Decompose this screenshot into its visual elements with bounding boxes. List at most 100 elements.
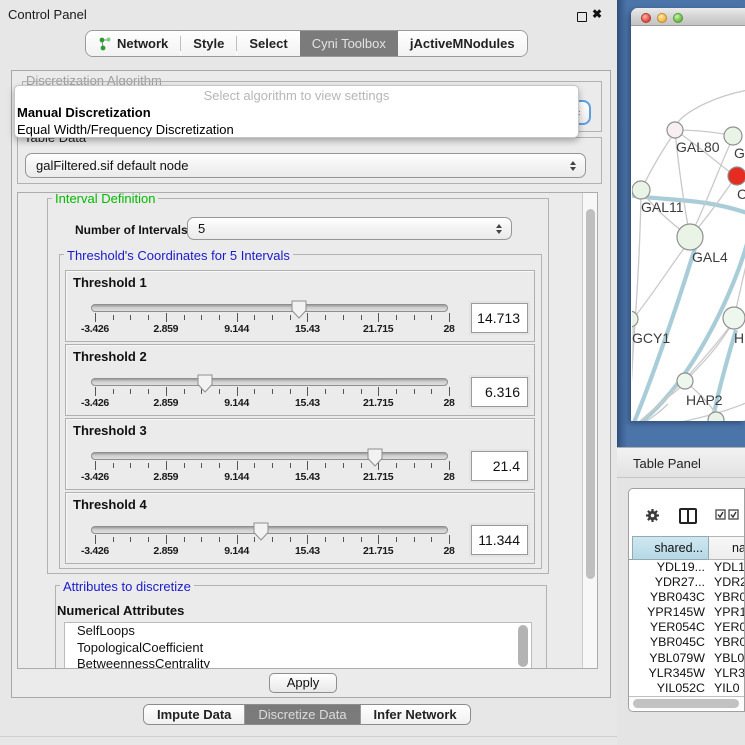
float-window-icon[interactable] <box>577 12 587 22</box>
tick-mark <box>95 387 96 396</box>
tick-mark <box>201 463 202 468</box>
tick-label: 9.144 <box>209 397 265 409</box>
tick-label: 21.715 <box>350 471 406 483</box>
table-hscrollbar-thumb[interactable] <box>633 699 739 708</box>
tab-style[interactable]: Style <box>181 31 236 56</box>
window-bottom-edge <box>0 736 617 737</box>
table-data-combobox[interactable]: galFiltered.sif default node <box>25 153 586 178</box>
tick-mark <box>414 537 415 542</box>
minimize-traffic-light[interactable] <box>657 13 667 23</box>
gear-icon[interactable] <box>645 508 660 523</box>
tick-mark <box>396 537 397 542</box>
threshold-value-field[interactable]: 21.4 <box>471 451 528 481</box>
checkbox-icon <box>728 509 739 520</box>
network-node[interactable] <box>667 122 683 138</box>
tab-cyni-toolbox[interactable]: Cyni Toolbox <box>300 31 398 56</box>
close-icon[interactable]: ✖ <box>592 7 602 21</box>
threshold-value-field[interactable]: 14.713 <box>471 303 528 333</box>
tab-jactivemnodules[interactable]: jActiveMNodules <box>398 31 527 56</box>
tab-network[interactable]: Network <box>86 31 180 56</box>
tick-mark <box>431 389 432 394</box>
interval-group-title: Interval Definition <box>52 192 158 206</box>
tick-mark <box>130 389 131 394</box>
attribute-item[interactable]: SelfLoops <box>65 623 531 640</box>
tick-mark <box>378 313 379 322</box>
tick-mark <box>130 537 131 542</box>
thresholds-group-title: Threshold's Coordinates for 5 Intervals <box>64 248 293 263</box>
attribute-item[interactable]: TopologicalCoefficient <box>65 640 531 657</box>
table-row[interactable]: YIL052CYIL0 <box>629 681 745 696</box>
column-header-name[interactable]: na <box>709 536 745 560</box>
table-row[interactable]: YBR043CYBR0 <box>629 590 745 605</box>
attributes-list-scrollbar[interactable] <box>518 625 528 667</box>
tick-mark <box>184 389 185 394</box>
node-label: H <box>734 330 744 346</box>
table-row[interactable]: YLR345WYLR3 <box>629 666 745 681</box>
tick-mark <box>237 313 238 322</box>
threshold-value-field[interactable]: 6.316 <box>471 377 528 407</box>
tick-mark <box>431 463 432 468</box>
threshold-slider-thumb[interactable] <box>367 448 383 467</box>
columns-icon[interactable] <box>679 508 697 524</box>
dropdown-option-equal-width[interactable]: Equal Width/Frequency Discretization <box>17 122 234 137</box>
tick-mark <box>166 387 167 396</box>
threshold-slider-track[interactable] <box>91 304 448 312</box>
tick-mark <box>343 463 344 468</box>
attribute-item[interactable]: BetweennessCentrality <box>65 656 531 669</box>
zoom-traffic-light[interactable] <box>673 13 683 23</box>
threshold-slider-thumb[interactable] <box>291 300 307 319</box>
network-node[interactable] <box>677 224 703 250</box>
tick-mark <box>237 461 238 470</box>
settings-scrollbar-thumb[interactable] <box>586 209 595 579</box>
threshold-value-field[interactable]: 11.344 <box>471 525 528 555</box>
tick-label: -3.426 <box>67 471 123 483</box>
network-node[interactable] <box>723 307 745 329</box>
node-table: shared... na YDL19...YDL1YDR27...YDR2YBR… <box>628 488 745 712</box>
select-checkboxes-icon[interactable] <box>715 509 739 520</box>
num-intervals-combobox[interactable]: 5 <box>187 217 512 240</box>
tab-label: Style <box>193 36 224 51</box>
tick-label: 28 <box>421 397 477 409</box>
tab-impute-data[interactable]: Impute Data <box>144 705 244 724</box>
threshold-slider-track[interactable] <box>91 378 448 386</box>
tab-discretize-data[interactable]: Discretize Data <box>244 705 359 724</box>
cell-name: YPR1 <box>714 605 745 619</box>
tick-mark <box>184 463 185 468</box>
dropdown-option-manual[interactable]: Manual Discretization <box>17 105 151 120</box>
table-row[interactable]: YDL19...YDL1 <box>629 560 745 575</box>
tab-select[interactable]: Select <box>237 31 299 56</box>
threshold-slider-track[interactable] <box>91 526 448 534</box>
threshold-slider-thumb[interactable] <box>253 522 269 541</box>
table-hscrollbar-track[interactable] <box>629 696 745 710</box>
tick-mark <box>113 389 114 394</box>
table-row[interactable]: YPR145WYPR1 <box>629 605 745 620</box>
table-row[interactable]: YBL079WYBL0 <box>629 651 745 666</box>
column-header-shared-name[interactable]: shared... <box>632 536 709 560</box>
tick-mark <box>396 389 397 394</box>
cell-shared-name: YDL19... <box>629 560 705 574</box>
settings-scrollbar-track[interactable] <box>582 193 597 668</box>
table-row[interactable]: YBR045CYBR0 <box>629 635 745 650</box>
tick-mark <box>307 313 308 322</box>
tick-label: 2.859 <box>138 471 194 483</box>
network-node[interactable] <box>728 167 745 185</box>
network-node[interactable] <box>708 412 724 421</box>
network-node[interactable] <box>724 127 742 145</box>
tick-mark <box>290 537 291 542</box>
numerical-attributes-list[interactable]: SelfLoopsTopologicalCoefficientBetweenne… <box>64 622 532 669</box>
tick-mark <box>307 535 308 544</box>
table-row[interactable]: YER054CYER0 <box>629 620 745 635</box>
network-edge <box>633 246 686 319</box>
cell-name: YDR2 <box>714 575 745 589</box>
network-node[interactable] <box>677 373 693 389</box>
tick-label: -3.426 <box>67 397 123 409</box>
tab-infer-network[interactable]: Infer Network <box>360 705 470 724</box>
network-canvas[interactable]: GAL80GACGAL11GAL4HGCY1HAP2 <box>632 26 745 421</box>
threshold-slider-thumb[interactable] <box>197 374 213 393</box>
close-traffic-light[interactable] <box>641 13 651 23</box>
table-row[interactable]: YDR27...YDR2 <box>629 575 745 590</box>
network-node[interactable] <box>632 181 650 199</box>
apply-button[interactable]: Apply <box>269 673 337 693</box>
threshold-slider-track[interactable] <box>91 452 448 460</box>
tick-mark <box>290 389 291 394</box>
